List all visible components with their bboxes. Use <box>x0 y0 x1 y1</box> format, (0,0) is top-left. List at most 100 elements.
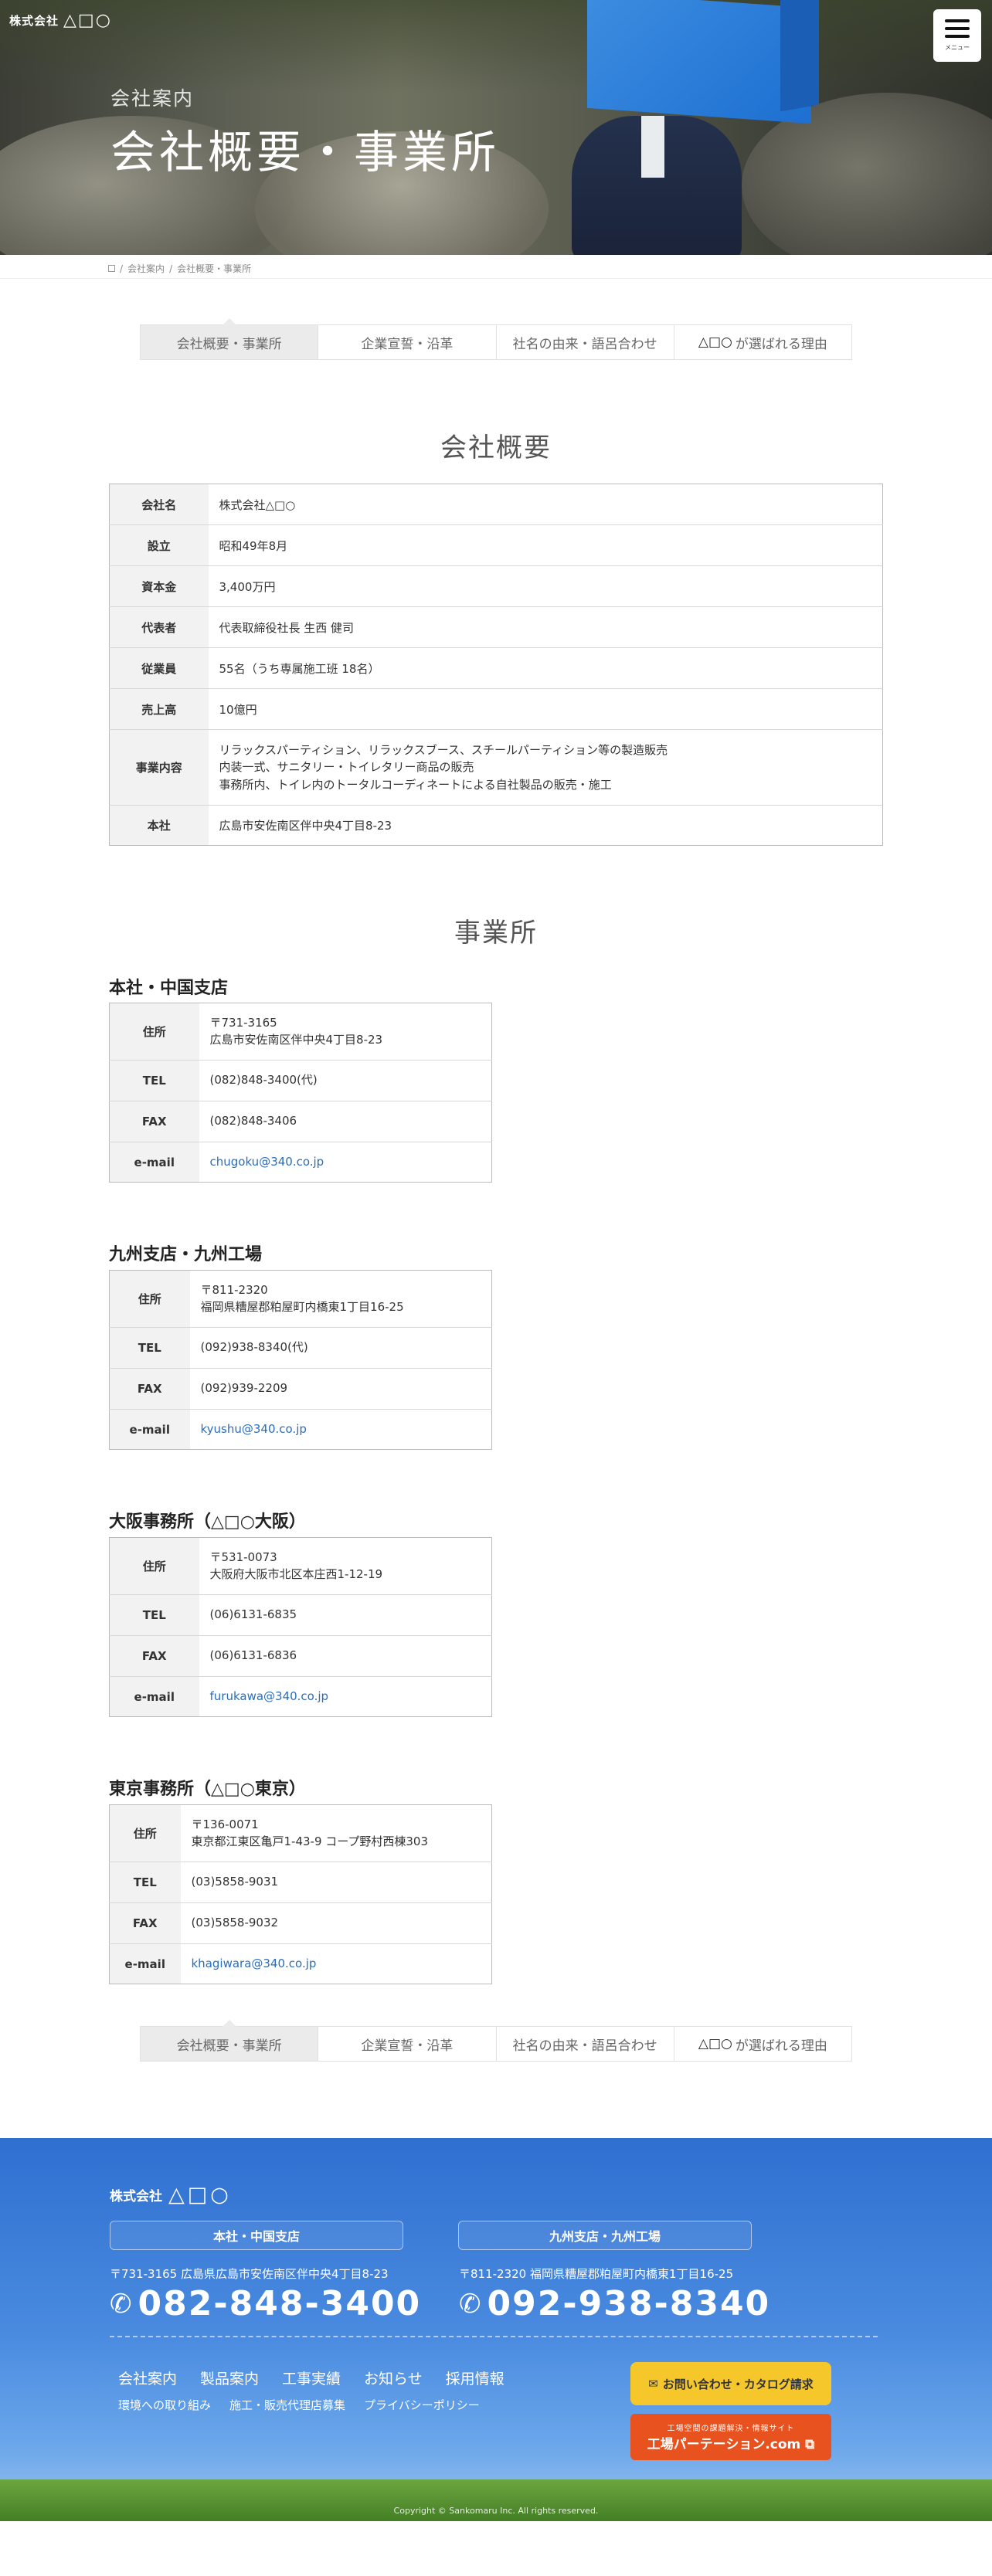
row-label: 本社 <box>109 805 209 846</box>
table-row: e-mail kyushu@340.co.jp <box>109 1409 492 1450</box>
footer-grass <box>0 2479 992 2526</box>
menu-button[interactable]: メニュー <box>933 9 981 62</box>
footer-subnav-item[interactable]: プライバシーポリシー <box>364 2397 480 2413</box>
table-row: TEL (06)6131-6835 <box>109 1594 492 1636</box>
row-label: e-mail <box>109 1676 199 1717</box>
footer-nav-item[interactable]: 製品案内 <box>200 2367 259 2388</box>
row-label: 会社名 <box>109 484 209 525</box>
hero-banner: 株式会社 △□○ メニュー 会社案内 会社概要・事業所 <box>0 0 992 255</box>
office-fax: (092)939-2209 <box>189 1368 492 1410</box>
table-row: 事業内容 リラックスパーティション、リラックスブース、スチールパーティション等の… <box>109 729 883 806</box>
table-row: 従業員 55名（うち専属施工班 18名） <box>109 647 883 689</box>
site-logo[interactable]: 株式会社 △□○ <box>9 11 112 30</box>
table-row: 本社 広島市安佐南区伴中央4丁目8-23 <box>109 805 883 846</box>
footer-nav-item[interactable]: 工事実績 <box>282 2367 341 2388</box>
hamburger-icon <box>945 19 970 38</box>
table-row: 資本金 3,400万円 <box>109 565 883 607</box>
mail-icon: ✉ <box>648 2377 658 2391</box>
row-value: chugoku@340.co.jp <box>199 1142 492 1183</box>
footer-branch-title: 本社・中国支店 <box>110 2221 403 2250</box>
tab-why-chosen[interactable]: △□○ が選ばれる理由 <box>674 325 851 359</box>
table-row: FAX (06)6131-6836 <box>109 1635 492 1677</box>
row-label: FAX <box>109 1902 181 1944</box>
table-row: TEL (03)5858-9031 <box>109 1862 492 1903</box>
row-value: 〒811-2320 福岡県糟屋郡粕屋町内橋東1丁目16-25 <box>189 1270 492 1328</box>
footer-phone[interactable]: ✆ 092-938-8340 <box>459 2284 770 2323</box>
breadcrumb-item[interactable]: 会社案内 <box>127 262 165 275</box>
table-row: TEL (082)848-3400(代) <box>109 1060 492 1101</box>
tab-pledge-history[interactable]: 企業宣誓・沿革 <box>318 325 497 359</box>
hero-blue-box <box>587 0 811 124</box>
office-table: 住所 〒531-0073 大阪府大阪市北区本庄西1-12-19 TEL (06)… <box>109 1537 492 1717</box>
tab-overview[interactable]: 会社概要・事業所 <box>141 2027 319 2061</box>
footer-divider <box>110 2336 878 2337</box>
row-label: 従業員 <box>109 647 209 689</box>
table-row: FAX (03)5858-9032 <box>109 1902 492 1944</box>
table-row: FAX (082)848-3406 <box>109 1101 492 1142</box>
offices-section-title: 事業所 <box>454 918 538 949</box>
office-email-link[interactable]: kyushu@340.co.jp <box>201 1422 307 1436</box>
row-value: 〒731-3165 広島市安佐南区伴中央4丁目8-23 <box>199 1003 492 1061</box>
copyright: Copyright © Sankomaru Inc. All rights re… <box>393 2506 599 2516</box>
footer-nav-item[interactable]: 会社案内 <box>118 2367 177 2388</box>
row-label: 代表者 <box>109 606 209 648</box>
logo-marks: △□○ <box>63 11 112 30</box>
office-table: 住所 〒136-0071 東京都江東区亀戸1-43-9 コープ野村西棟303 T… <box>109 1804 492 1984</box>
contact-catalog-button[interactable]: ✉ お問い合わせ・カタログ請求 <box>630 2362 831 2405</box>
footer-branch-title: 九州支店・九州工場 <box>458 2221 752 2250</box>
logo-company: 株式会社 <box>9 14 59 28</box>
office-address: 東京都江東区亀戸1-43-9 コープ野村西棟303 <box>191 1834 429 1848</box>
row-value: khagiwara@340.co.jp <box>180 1943 492 1984</box>
section-tabs-bottom: 会社概要・事業所 企業宣誓・沿革 社名の由来・語呂合わせ △□○ が選ばれる理由 <box>140 2026 852 2062</box>
tab-overview[interactable]: 会社概要・事業所 <box>141 325 319 359</box>
footer-address: 〒731-3165 広島県広島市安佐南区伴中央4丁目8-23 <box>110 2267 389 2281</box>
row-label: 住所 <box>109 1537 199 1595</box>
tab-name-origin[interactable]: 社名の由来・語呂合わせ <box>497 2027 674 2061</box>
footer-subnav-item[interactable]: 施工・販売代理店募集 <box>229 2397 345 2413</box>
row-label: 設立 <box>109 524 209 566</box>
row-value: 55名（うち専属施工班 18名） <box>208 647 883 689</box>
phone-icon: ✆ <box>459 2288 483 2320</box>
partition-site-button[interactable]: 工場空間の課題解決・情報サイト 工場パーテーション.com ⧉ <box>630 2414 831 2460</box>
table-row: e-mail furukawa@340.co.jp <box>109 1676 492 1717</box>
footer-subnav-item[interactable]: 環境への取り組み <box>118 2397 211 2413</box>
footer-nav-item[interactable]: 採用情報 <box>446 2367 504 2388</box>
office-zip: 〒136-0071 <box>191 1817 259 1831</box>
page-subtitle: 会社案内 <box>110 87 195 110</box>
table-row: e-mail chugoku@340.co.jp <box>109 1142 492 1183</box>
row-label: TEL <box>109 1327 190 1369</box>
phone-icon: ✆ <box>110 2288 134 2320</box>
office-name: 東京事務所（△□○東京） <box>109 1780 306 1799</box>
office-email-link[interactable]: chugoku@340.co.jp <box>210 1155 324 1169</box>
table-row: e-mail khagiwara@340.co.jp <box>109 1943 492 1984</box>
footer-nav: 会社案内 製品案内 工事実績 お知らせ 採用情報 <box>118 2367 504 2388</box>
office-fax: (03)5858-9032 <box>180 1902 492 1944</box>
tab-why-chosen[interactable]: △□○ が選ばれる理由 <box>674 2027 851 2061</box>
tab-pledge-history[interactable]: 企業宣誓・沿革 <box>318 2027 497 2061</box>
footer-phone[interactable]: ✆ 082-848-3400 <box>110 2284 421 2323</box>
home-icon[interactable] <box>108 265 115 272</box>
table-row: FAX (092)939-2209 <box>109 1368 492 1410</box>
table-row: 住所 〒811-2320 福岡県糟屋郡粕屋町内橋東1丁目16-25 <box>109 1270 492 1328</box>
office-email-link[interactable]: khagiwara@340.co.jp <box>192 1957 317 1970</box>
row-label: TEL <box>109 1060 199 1101</box>
section-tabs: 会社概要・事業所 企業宣誓・沿革 社名の由来・語呂合わせ △□○ が選ばれる理由 <box>140 324 852 360</box>
row-label: 資本金 <box>109 565 209 607</box>
hero-blue-box-side <box>780 0 819 112</box>
office-name: 九州支店・九州工場 <box>109 1245 263 1264</box>
breadcrumb: / 会社案内 / 会社概要・事業所 <box>108 262 251 275</box>
office-zip: 〒731-3165 <box>209 1015 277 1030</box>
row-label: 売上高 <box>109 688 209 730</box>
row-value: 昭和49年8月 <box>208 524 883 566</box>
office-zip: 〒811-2320 <box>200 1282 268 1297</box>
office-tel: (06)6131-6835 <box>199 1594 492 1636</box>
table-row: 住所 〒731-3165 広島市安佐南区伴中央4丁目8-23 <box>109 1003 492 1061</box>
row-value: furukawa@340.co.jp <box>199 1676 492 1717</box>
office-tel: (03)5858-9031 <box>180 1862 492 1903</box>
office-address: 福岡県糟屋郡粕屋町内橋東1丁目16-25 <box>200 1299 404 1314</box>
office-email-link[interactable]: furukawa@340.co.jp <box>210 1689 329 1703</box>
footer-nav-item[interactable]: お知らせ <box>364 2367 423 2388</box>
tab-name-origin[interactable]: 社名の由来・語呂合わせ <box>497 325 674 359</box>
row-label: e-mail <box>109 1142 199 1183</box>
footer-logo[interactable]: 株式会社 △□○ <box>110 2183 232 2207</box>
